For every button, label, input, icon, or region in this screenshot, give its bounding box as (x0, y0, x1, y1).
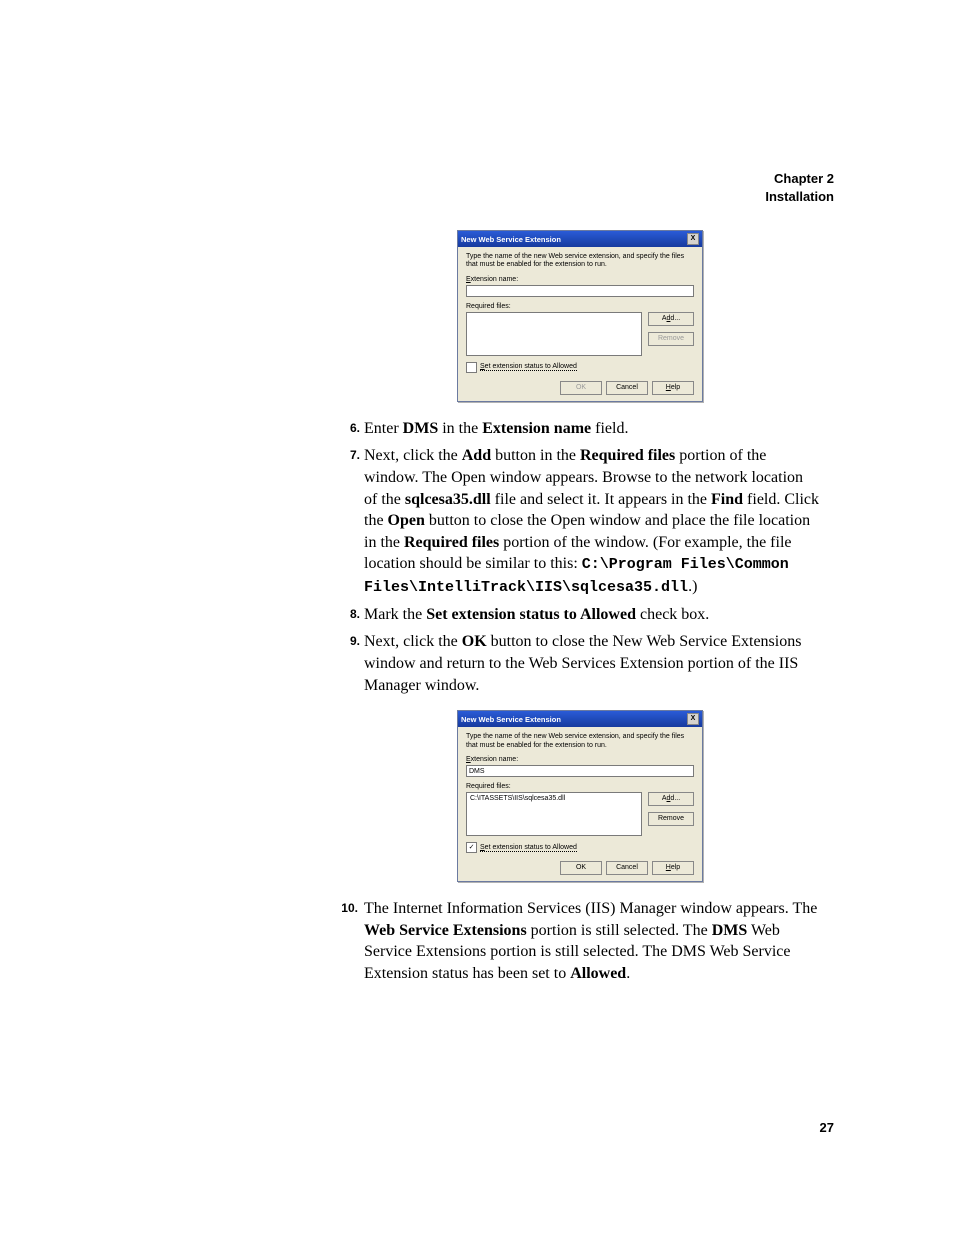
instruction-list-continued: The Internet Information Services (IIS) … (340, 898, 820, 984)
cancel-button[interactable]: Cancel (606, 861, 648, 875)
extension-name-input[interactable]: DMS (466, 765, 694, 777)
page-number: 27 (820, 1120, 834, 1135)
dialog-title: New Web Service Extension (461, 235, 561, 244)
add-button[interactable]: Add... (648, 312, 694, 326)
step-8: Mark the Set extension status to Allowed… (340, 604, 820, 626)
allowed-checkbox-label: Set extension status to Allowed (480, 844, 577, 852)
help-button[interactable]: Help (652, 861, 694, 875)
step-6: Enter DMS in the Extension name field. (340, 418, 820, 440)
ok-button: OK (560, 381, 602, 395)
ok-button[interactable]: OK (560, 861, 602, 875)
step-7: Next, click the Add button in the Requir… (340, 445, 820, 597)
add-button[interactable]: Add... (648, 792, 694, 806)
remove-button: Remove (648, 332, 694, 346)
extension-name-input[interactable] (466, 285, 694, 297)
allowed-checkbox[interactable] (466, 362, 477, 373)
close-icon[interactable]: X (687, 233, 699, 245)
dialog-intro-text: Type the name of the new Web service ext… (466, 733, 694, 750)
extension-name-label: Extension name: (466, 756, 694, 763)
chapter-label: Chapter 2 (765, 170, 834, 188)
required-files-label: Required files: (466, 783, 694, 790)
extension-name-label: EExtension name:xtension name: (466, 276, 694, 283)
page-header: Chapter 2 Installation (765, 170, 834, 206)
allowed-checkbox[interactable]: ✓ (466, 842, 477, 853)
step-10: The Internet Information Services (IIS) … (340, 898, 820, 984)
instruction-list: Enter DMS in the Extension name field. N… (340, 418, 820, 696)
step-9: Next, click the OK button to close the N… (340, 631, 820, 696)
required-files-listbox[interactable] (466, 312, 642, 356)
dialog-new-web-service-extension-empty: New Web Service Extension X Type the nam… (457, 230, 703, 402)
dialog-titlebar: New Web Service Extension X (458, 711, 702, 727)
allowed-checkbox-label: Set extension status to Allowed (480, 363, 577, 371)
dialog-new-web-service-extension-filled: New Web Service Extension X Type the nam… (457, 710, 703, 882)
dialog-titlebar: New Web Service Extension X (458, 231, 702, 247)
help-button[interactable]: Help (652, 381, 694, 395)
required-files-label: Required files: (466, 303, 694, 310)
dialog-title: New Web Service Extension (461, 715, 561, 724)
required-files-listbox[interactable]: C:\ITASSETS\IIS\sqlcesa35.dll (466, 792, 642, 836)
remove-button[interactable]: Remove (648, 812, 694, 826)
dialog-intro-text: Type the name of the new Web service ext… (466, 253, 694, 270)
cancel-button[interactable]: Cancel (606, 381, 648, 395)
section-label: Installation (765, 188, 834, 206)
close-icon[interactable]: X (687, 713, 699, 725)
